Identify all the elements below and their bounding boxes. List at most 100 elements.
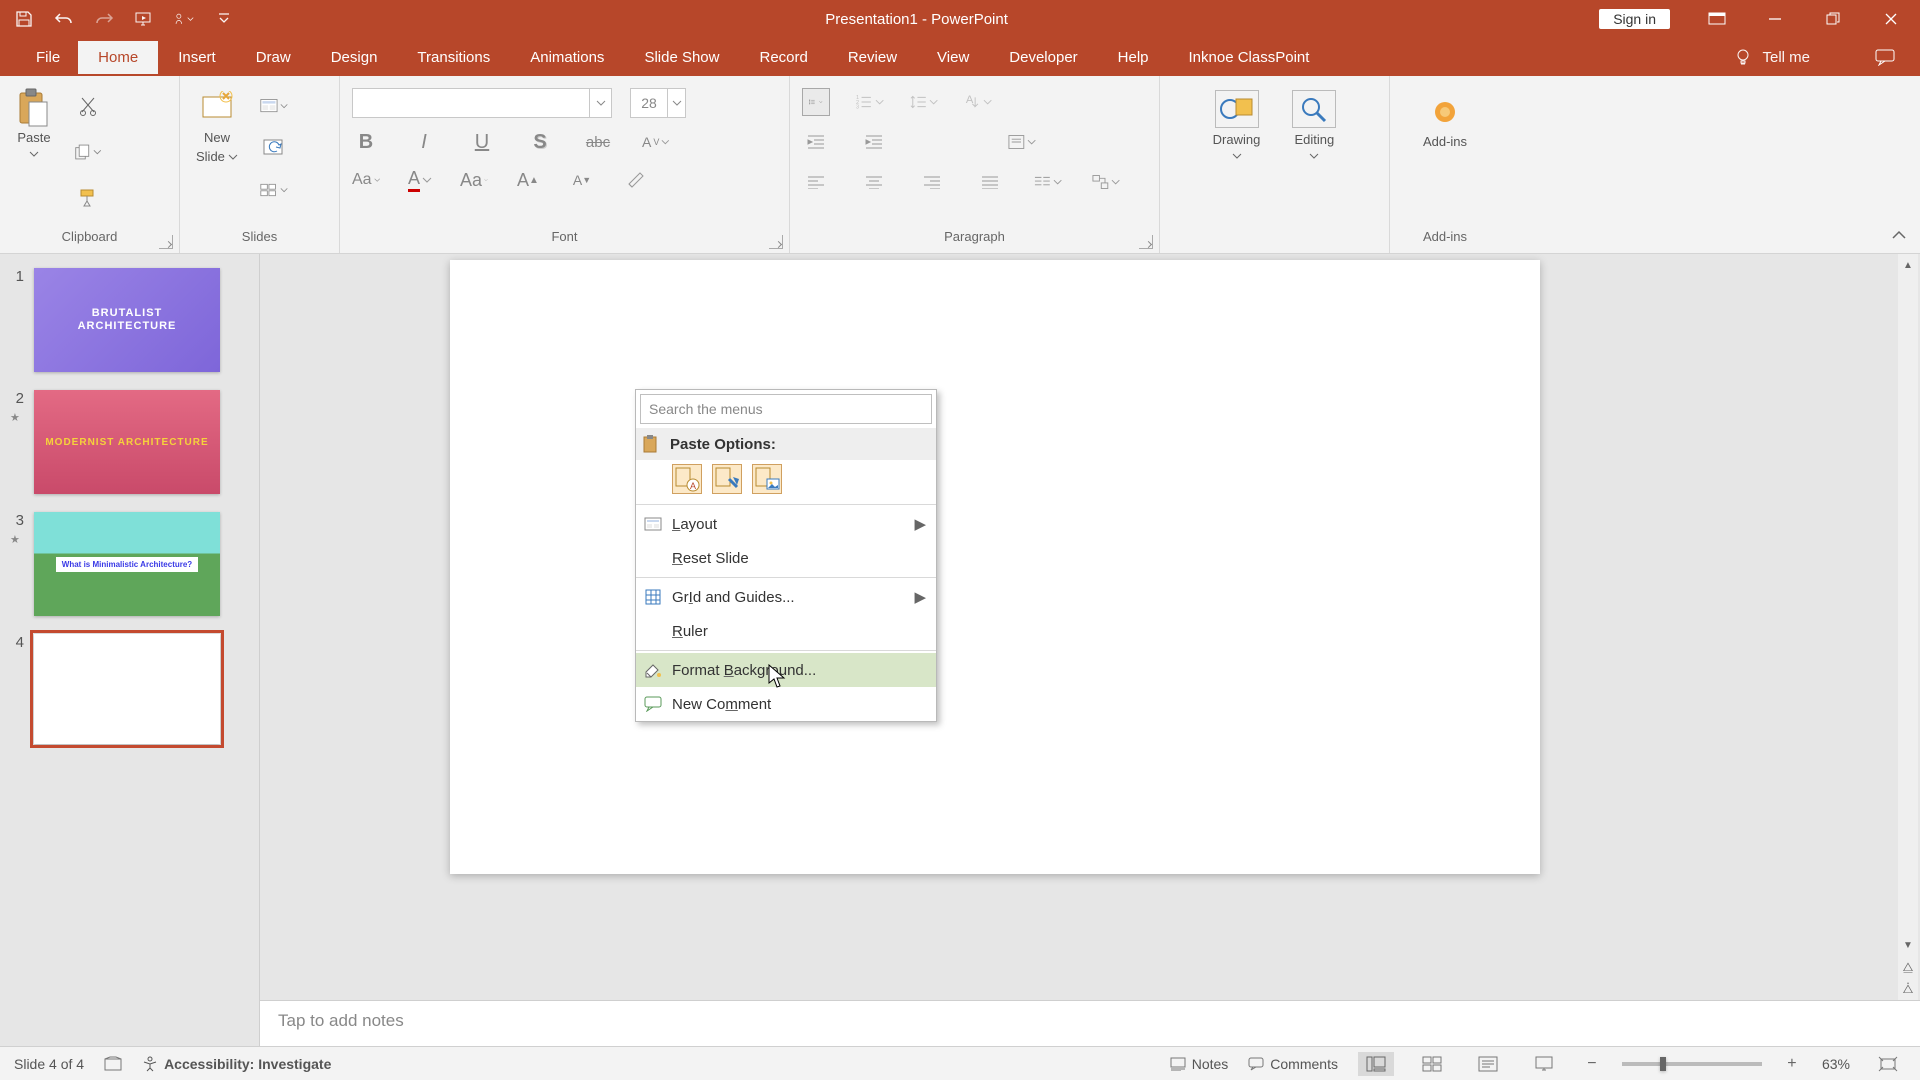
font-size-input[interactable]: 28 (630, 88, 686, 118)
comments-button[interactable]: Comments (1248, 1056, 1338, 1072)
tab-classpoint[interactable]: Inknoe ClassPoint (1169, 41, 1330, 74)
tab-help[interactable]: Help (1098, 41, 1169, 74)
context-layout[interactable]: Layout ▶ (636, 507, 936, 541)
line-spacing-icon[interactable] (910, 88, 938, 116)
character-spacing-icon[interactable]: AV (642, 128, 670, 156)
prev-slide-icon[interactable]: ⧋ (1898, 956, 1918, 978)
start-from-beginning-icon[interactable] (134, 9, 154, 29)
context-grid-guides[interactable]: GrId and Guides... ▶ (636, 580, 936, 614)
maximize-icon[interactable] (1804, 0, 1862, 38)
tab-design[interactable]: Design (311, 41, 398, 74)
justify-icon[interactable] (976, 168, 1004, 196)
paste-use-destination-theme-icon[interactable]: A (672, 464, 702, 494)
language-icon[interactable] (104, 1056, 122, 1072)
zoom-in-button[interactable]: + (1782, 1055, 1802, 1073)
minimize-icon[interactable] (1746, 0, 1804, 38)
scroll-down-icon[interactable]: ▼ (1898, 934, 1918, 956)
clear-formatting-icon[interactable] (622, 166, 650, 194)
zoom-slider-thumb[interactable] (1660, 1057, 1666, 1071)
chevron-down-icon[interactable] (589, 89, 611, 117)
format-painter-icon[interactable] (74, 184, 102, 212)
dialog-launcher-font[interactable] (769, 235, 783, 249)
tab-slideshow[interactable]: Slide Show (624, 41, 739, 74)
thumbnail-1[interactable]: 1 BRUTALISTARCHITECTURE (0, 264, 259, 386)
context-new-comment[interactable]: New Comment (636, 687, 936, 721)
convert-smartart-icon[interactable] (1092, 168, 1120, 196)
numbering-icon[interactable]: 123 (856, 88, 884, 116)
tab-transitions[interactable]: Transitions (397, 41, 510, 74)
align-right-icon[interactable] (918, 168, 946, 196)
next-slide-icon[interactable]: ⧊ (1898, 978, 1918, 1000)
fit-to-window-icon[interactable] (1870, 1052, 1906, 1076)
customize-qat-icon[interactable] (214, 9, 234, 29)
new-slide-button[interactable]: New Slide (192, 88, 242, 166)
underline-icon[interactable]: U (468, 128, 496, 156)
zoom-level[interactable]: 63% (1822, 1056, 1850, 1072)
strikethrough-icon[interactable]: abc (584, 128, 612, 156)
tab-record[interactable]: Record (739, 41, 827, 74)
font-name-input[interactable] (352, 88, 612, 118)
thumbnail-preview[interactable]: MODERNIST ARCHITECTURE (34, 390, 220, 494)
ribbon-display-options-icon[interactable] (1688, 0, 1746, 38)
save-icon[interactable] (14, 9, 34, 29)
notes-pane[interactable]: Tap to add notes (260, 1000, 1920, 1046)
decrease-indent-icon[interactable] (802, 128, 830, 156)
chevron-down-icon[interactable] (667, 89, 685, 117)
undo-icon[interactable] (54, 9, 74, 29)
thumbnail-4[interactable]: 4 (0, 630, 259, 758)
thumbnail-3[interactable]: 3★ What is Minimalistic Architecture? (0, 508, 259, 630)
change-case-icon[interactable]: Aa (352, 166, 380, 194)
font-color-icon-a[interactable]: A (406, 166, 434, 194)
increase-indent-icon[interactable] (860, 128, 888, 156)
touch-mode-icon[interactable] (174, 9, 194, 29)
slide-indicator[interactable]: Slide 4 of 4 (14, 1056, 84, 1072)
tab-draw[interactable]: Draw (236, 41, 311, 74)
tab-file[interactable]: File (18, 41, 78, 74)
paste-picture-icon[interactable] (752, 464, 782, 494)
align-center-icon[interactable] (860, 168, 888, 196)
align-text-icon[interactable] (1008, 128, 1036, 156)
bullets-icon[interactable] (802, 88, 830, 116)
align-left-icon[interactable] (802, 168, 830, 196)
scroll-up-icon[interactable]: ▲ (1898, 254, 1918, 276)
sign-in-button[interactable]: Sign in (1599, 9, 1670, 29)
context-format-background[interactable]: Format Background... (636, 653, 936, 687)
increase-font-icon[interactable]: Aa (460, 166, 488, 194)
vertical-scrollbar[interactable]: ▲ ▼ ⧋ ⧊ (1898, 254, 1918, 1000)
editing-button[interactable]: Editing (1288, 88, 1340, 163)
columns-icon[interactable] (1034, 168, 1062, 196)
grow-font-icon[interactable]: A▲ (514, 166, 542, 194)
tab-home[interactable]: Home (78, 41, 158, 74)
reading-view-icon[interactable] (1470, 1052, 1506, 1076)
slideshow-view-icon[interactable] (1526, 1052, 1562, 1076)
tab-insert[interactable]: Insert (158, 41, 236, 74)
paste-keep-source-formatting-icon[interactable] (712, 464, 742, 494)
notes-button[interactable]: Notes (1170, 1056, 1229, 1072)
thumbnail-2[interactable]: 2★ MODERNIST ARCHITECTURE (0, 386, 259, 508)
dialog-launcher-clipboard[interactable] (159, 235, 173, 249)
tab-animations[interactable]: Animations (510, 41, 624, 74)
copy-icon[interactable] (74, 138, 102, 166)
shrink-font-icon[interactable]: A▼ (568, 166, 596, 194)
zoom-slider[interactable] (1622, 1062, 1762, 1066)
close-icon[interactable] (1862, 0, 1920, 38)
thumbnail-preview-selected[interactable] (34, 634, 220, 744)
text-direction-icon[interactable]: A (964, 88, 992, 116)
shadow-icon[interactable]: S (526, 128, 554, 156)
collapse-ribbon-icon[interactable] (1890, 227, 1910, 247)
tab-developer[interactable]: Developer (989, 41, 1097, 74)
slide-canvas[interactable] (450, 260, 1540, 874)
context-reset-slide[interactable]: Reset Slide (636, 541, 936, 575)
comments-pane-toggle-icon[interactable] (1870, 48, 1900, 66)
zoom-out-button[interactable]: − (1582, 1055, 1602, 1073)
slide-sorter-view-icon[interactable] (1414, 1052, 1450, 1076)
thumbnail-preview[interactable]: What is Minimalistic Architecture? (34, 512, 220, 616)
tab-view[interactable]: View (917, 41, 989, 74)
tell-me-search[interactable]: Tell me (1734, 48, 1870, 66)
cut-icon[interactable] (74, 92, 102, 120)
dialog-launcher-paragraph[interactable] (1139, 235, 1153, 249)
layout-icon[interactable] (260, 92, 288, 120)
slide-thumbnails-panel[interactable]: 1 BRUTALISTARCHITECTURE 2★ MODERNIST ARC… (0, 254, 260, 1046)
normal-view-icon[interactable] (1358, 1052, 1394, 1076)
context-search-input[interactable]: Search the menus (640, 394, 932, 424)
